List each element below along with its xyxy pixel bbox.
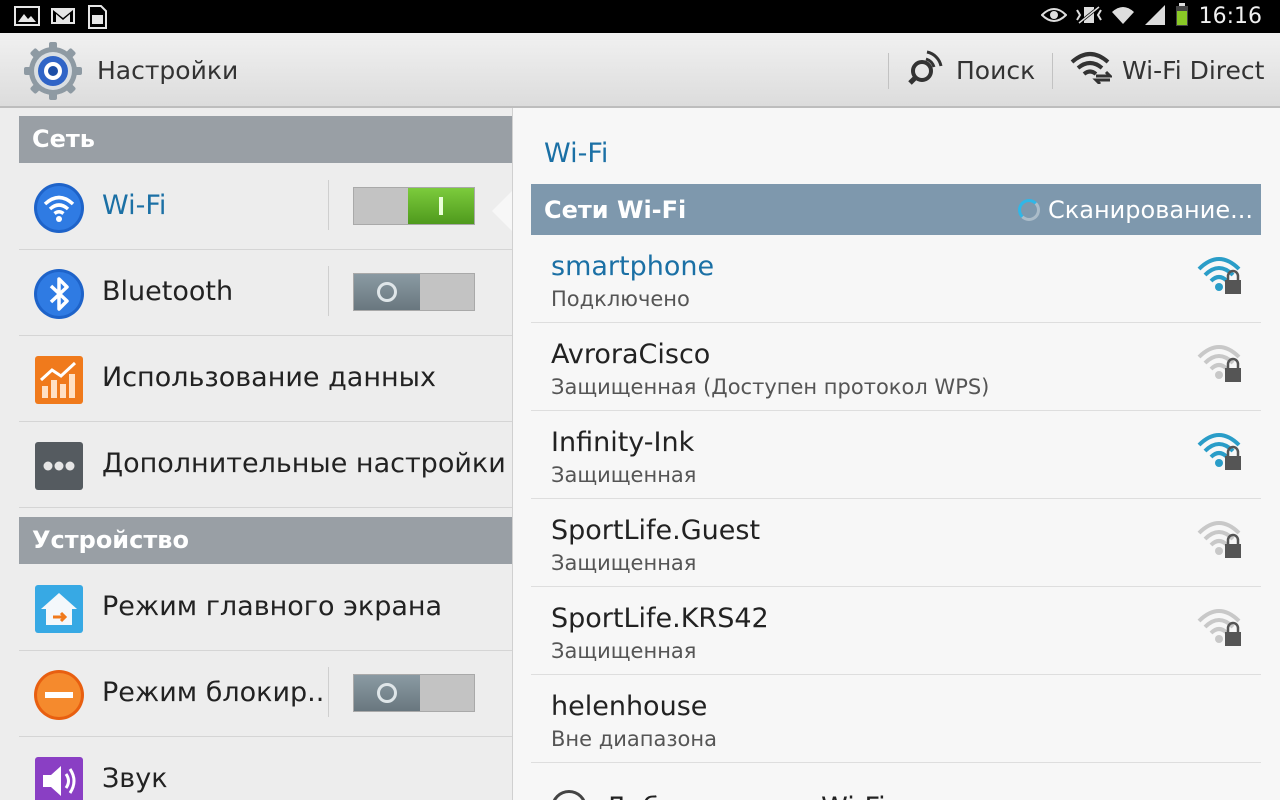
network-status: Вне диапазона	[551, 727, 717, 751]
settings-item-label: Режим блокир..	[102, 677, 325, 708]
section-header-network: Сеть	[19, 116, 512, 163]
settings-item-bluetooth[interactable]: Bluetooth	[19, 250, 512, 336]
section-header-device: Устройство	[19, 517, 512, 564]
wifi-direct-label: Wi-Fi Direct	[1122, 55, 1265, 85]
wifi-status-icon	[1111, 4, 1135, 30]
wifi-direct-icon	[1070, 50, 1114, 90]
wifi-signal-lock-icon	[1197, 607, 1243, 649]
wifi-signal-lock-icon	[1197, 431, 1243, 473]
wifi-signal-lock-icon	[1197, 519, 1243, 561]
toggle-knob-off	[354, 675, 420, 711]
toggle-knob-off	[354, 274, 420, 310]
wifi-signal-lock-icon	[1197, 255, 1243, 297]
network-name: smartphone	[551, 251, 715, 282]
panel-title: Wi-Fi	[544, 138, 609, 169]
item-divider	[328, 266, 329, 316]
battery-icon	[1175, 2, 1189, 31]
network-item[interactable]: SportLife.KRS42 Защищенная	[531, 587, 1261, 675]
network-status: Защищенная	[551, 639, 697, 663]
network-status: Защищенная (Доступен протокол WPS)	[551, 375, 990, 399]
bluetooth-toggle[interactable]	[353, 273, 475, 311]
network-item[interactable]: AvroraCisco Защищенная (Доступен протоко…	[531, 323, 1261, 411]
add-network-label: Добавить сеть Wi-Fi	[605, 792, 886, 800]
networks-header: Сети Wi-Fi Сканирование...	[531, 184, 1261, 235]
wifi-toggle[interactable]	[353, 187, 475, 225]
settings-item-blocking-mode[interactable]: Режим блокир..	[19, 651, 512, 737]
settings-gear-icon[interactable]	[22, 40, 84, 102]
item-divider	[328, 180, 329, 230]
settings-item-wifi[interactable]: Wi-Fi	[19, 164, 512, 250]
status-bar: 16:16	[0, 0, 1280, 33]
settings-item-more-settings[interactable]: Дополнительные настройки	[19, 422, 512, 508]
sim-card-icon	[86, 5, 108, 33]
network-name: SportLife.KRS42	[551, 603, 769, 634]
settings-item-label: Bluetooth	[102, 276, 234, 307]
home-screen-icon	[33, 583, 85, 635]
network-name: helenhouse	[551, 691, 708, 722]
network-name: AvroraCisco	[551, 339, 711, 370]
eye-icon	[1040, 6, 1068, 28]
blocking-mode-toggle[interactable]	[353, 674, 475, 712]
blocking-mode-icon	[33, 669, 85, 721]
spinner-icon	[1018, 199, 1041, 221]
settings-item-data-usage[interactable]: Использование данных	[19, 336, 512, 422]
wifi-icon	[33, 182, 85, 234]
data-usage-icon	[33, 354, 85, 406]
panel-divider	[512, 108, 513, 800]
settings-item-label: Звук	[102, 763, 168, 794]
item-divider	[328, 667, 329, 717]
clock: 16:16	[1198, 4, 1262, 29]
toggle-knob-on	[408, 188, 474, 224]
vibrate-icon	[1075, 5, 1103, 29]
system-icons: 16:16	[1040, 0, 1262, 33]
gallery-icon	[14, 5, 40, 33]
scanning-label: Сканирование...	[1048, 196, 1253, 224]
wifi-direct-button[interactable]: Wi-Fi Direct	[1070, 47, 1264, 93]
search-icon	[906, 47, 946, 93]
add-network-button[interactable]: Добавить сеть Wi-Fi	[531, 788, 1261, 800]
settings-item-label: Дополнительные настройки	[102, 448, 506, 479]
notification-icons	[14, 5, 108, 33]
network-status: Подключено	[551, 287, 690, 311]
search-button[interactable]: Поиск	[906, 47, 1035, 93]
search-label: Поиск	[956, 55, 1036, 85]
gmail-icon	[50, 5, 76, 33]
wifi-signal-lock-icon	[1197, 343, 1243, 385]
network-name: SportLife.Guest	[551, 515, 761, 546]
settings-item-label: Использование данных	[102, 362, 436, 393]
action-divider	[1052, 53, 1053, 89]
wifi-settings-panel: Wi-Fi Сети Wi-Fi Сканирование... smartph…	[512, 108, 1280, 800]
action-bar: Настройки Поиск Wi-Fi Direct	[0, 33, 1280, 108]
network-name: Infinity-Ink	[551, 427, 695, 458]
network-status: Защищенная	[551, 463, 697, 487]
add-circle-icon	[551, 790, 587, 800]
app-title: Настройки	[97, 56, 239, 85]
settings-item-home-screen[interactable]: Режим главного экрана	[19, 565, 512, 651]
settings-item-label: Wi-Fi	[102, 190, 167, 221]
bluetooth-icon	[33, 268, 85, 320]
sound-icon	[33, 755, 85, 800]
network-item[interactable]: Infinity-Ink Защищенная	[531, 411, 1261, 499]
network-item[interactable]: smartphone Подключено	[531, 235, 1261, 323]
networks-header-label: Сети Wi-Fi	[544, 196, 687, 224]
more-settings-icon	[33, 440, 85, 492]
network-status: Защищенная	[551, 551, 697, 575]
network-item[interactable]: helenhouse Вне диапазона	[531, 675, 1261, 763]
settings-item-label: Режим главного экрана	[102, 591, 443, 622]
settings-item-sound[interactable]: Звук	[19, 737, 512, 800]
settings-categories-panel: Сеть Wi-Fi Bluetooth Использование данны…	[0, 108, 512, 800]
scanning-status: Сканирование...	[1018, 196, 1253, 224]
network-item[interactable]: SportLife.Guest Защищенная	[531, 499, 1261, 587]
selection-pointer	[492, 191, 512, 231]
action-divider	[888, 53, 889, 89]
cell-signal-icon	[1143, 4, 1167, 30]
